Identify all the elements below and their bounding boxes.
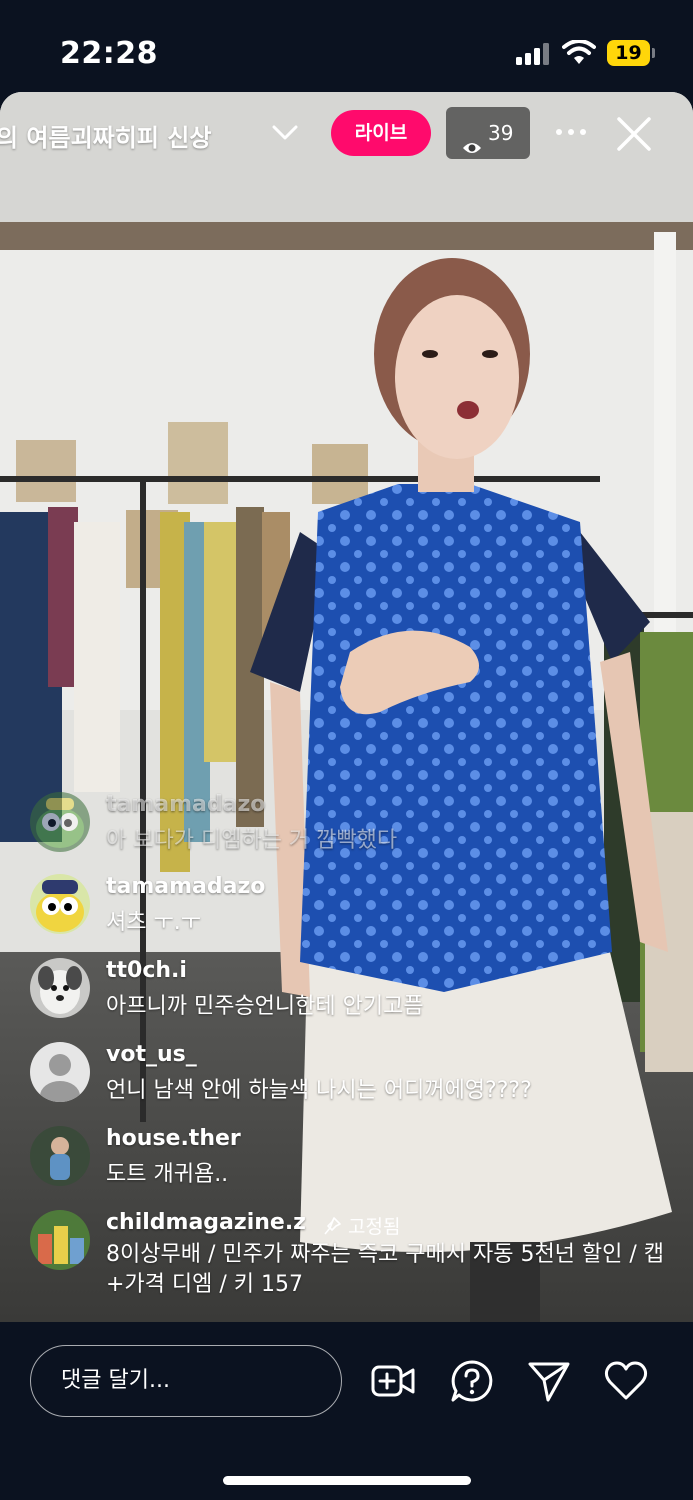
- comment-username[interactable]: vot_us_: [106, 1042, 197, 1067]
- comment-text: 셔츠 ㅜ.ㅜ: [106, 910, 201, 935]
- comment-text: 도트 개귀욤..: [106, 1162, 229, 1187]
- cellular-signal-icon: [516, 41, 550, 65]
- close-icon[interactable]: [614, 114, 654, 154]
- video-frame: [0, 92, 693, 1322]
- pin-icon: [322, 1216, 342, 1236]
- person-avatar[interactable]: [30, 1126, 90, 1186]
- pinned-label: 고정됨: [348, 1216, 401, 1238]
- status-bar: 22:28 19: [0, 0, 693, 92]
- comment-username[interactable]: tamamadazo: [106, 874, 265, 899]
- home-indicator[interactable]: [223, 1476, 471, 1485]
- more-icon[interactable]: [552, 117, 590, 147]
- live-stream-screen: 22:28 19 의 여름괴짜히피 신상 라이브 39 tamamadazo 아…: [0, 0, 693, 1500]
- battery-level: 19: [607, 40, 650, 66]
- heart-icon[interactable]: [603, 1358, 649, 1404]
- viewer-count: 39: [488, 121, 514, 145]
- battery-icon: 19: [607, 40, 655, 66]
- comment-text: 아프니까 민주승언니한테 안기고픔: [106, 994, 424, 1019]
- question-icon[interactable]: [449, 1358, 495, 1404]
- wifi-icon: [562, 39, 596, 66]
- add-video-icon[interactable]: [370, 1358, 416, 1404]
- dog-avatar[interactable]: [30, 958, 90, 1018]
- status-time: 22:28: [60, 36, 158, 71]
- live-title-area[interactable]: 의 여름괴짜히피 신상: [0, 118, 270, 158]
- live-header: 의 여름괴짜히피 신상 라이브 39: [0, 92, 693, 182]
- keroro-avatar[interactable]: [30, 792, 90, 852]
- comment-text: 8이상무배 / 민주가 짜주는 즉코 구매시 자동 5천넌 할인 / 캡+가격 …: [106, 1242, 665, 1297]
- eye-icon: [462, 124, 482, 153]
- comment-username[interactable]: house.ther: [106, 1126, 241, 1151]
- pinned-indicator: 고정됨: [322, 1212, 400, 1239]
- comment-username[interactable]: tt0ch.i: [106, 958, 187, 983]
- live-title: 의 여름괴짜히피 신상: [0, 124, 212, 152]
- live-video[interactable]: 의 여름괴짜히피 신상 라이브 39 tamamadazo 아 보다가 디엠하는…: [0, 92, 693, 1322]
- comment-text: 언니 남색 안에 하늘색 나시는 어디꺼에영????: [106, 1078, 532, 1103]
- keroro-avatar[interactable]: [30, 874, 90, 934]
- comment-username[interactable]: tamamadazo: [106, 792, 265, 817]
- send-icon[interactable]: [526, 1358, 572, 1404]
- comment-input[interactable]: 댓글 달기...: [30, 1345, 342, 1417]
- comment-text: 아 보다가 디엠하는 거 깜빡했다: [106, 828, 398, 853]
- default-avatar[interactable]: [30, 1042, 90, 1102]
- viewer-count-badge[interactable]: 39: [446, 107, 530, 159]
- chevron-down-icon[interactable]: [272, 122, 298, 144]
- comment-username[interactable]: childmagazine.z: [106, 1210, 306, 1235]
- shop-avatar[interactable]: [30, 1210, 90, 1270]
- live-badge: 라이브: [331, 110, 431, 156]
